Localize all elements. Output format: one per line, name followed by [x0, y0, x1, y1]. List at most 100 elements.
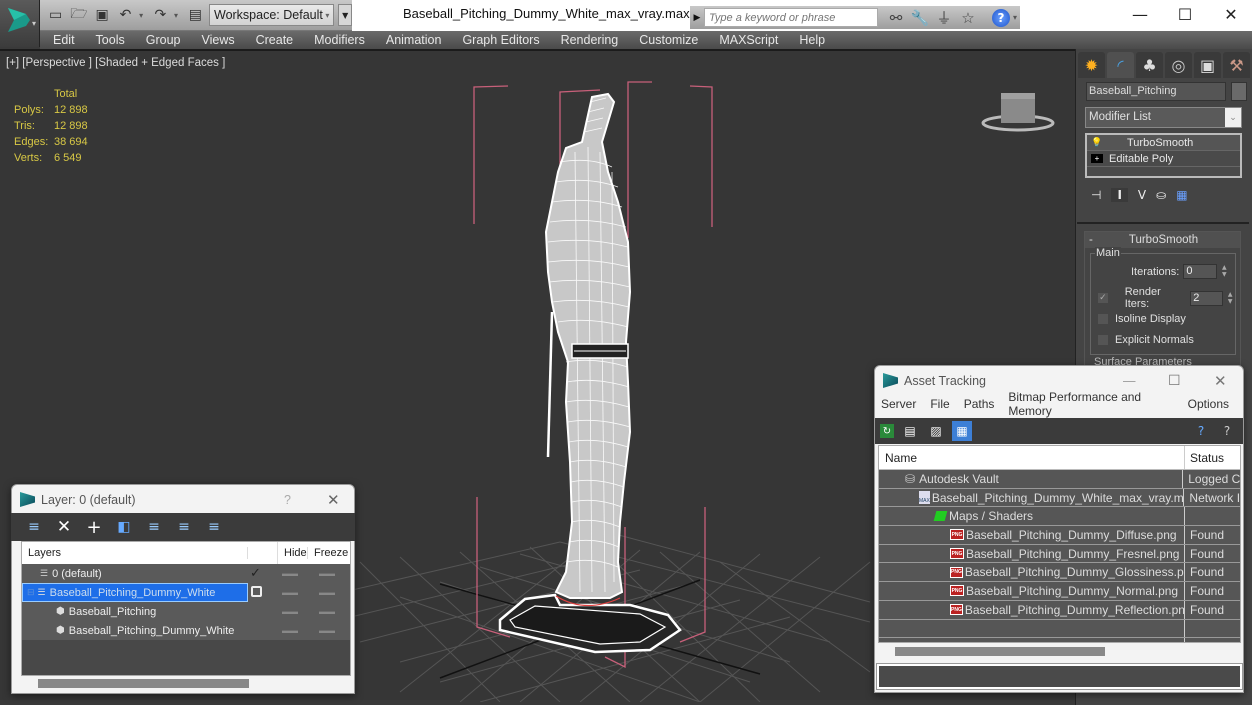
plus-box-icon[interactable]: +: [1091, 154, 1103, 163]
undo-icon[interactable]: ↶: [116, 5, 135, 25]
menu-animation[interactable]: Animation: [386, 33, 442, 47]
menu-edit[interactable]: Edit: [53, 33, 75, 47]
freeze-toggle[interactable]: ▬▬: [319, 626, 335, 635]
modify-tab-icon[interactable]: ◜: [1107, 52, 1134, 78]
motion-tab-icon[interactable]: ◎: [1165, 52, 1192, 78]
context-help-icon[interactable]: ?: [1217, 421, 1237, 441]
asset-row[interactable]: Maps / Shaders: [879, 507, 1240, 527]
close-icon[interactable]: ✕: [327, 491, 340, 509]
render-iters-checkbox[interactable]: ✓: [1097, 292, 1109, 304]
list-view-icon[interactable]: ▤: [900, 421, 920, 441]
layer-row[interactable]: ⊟ ☰ Baseball_Pitching_Dummy_White ▬▬ ▬▬: [22, 583, 350, 602]
menu-maxscript[interactable]: MAXScript: [719, 33, 778, 47]
asset-row[interactable]: PNG Baseball_Pitching_Dummy_Normal.png Fou…: [879, 582, 1240, 601]
viewcube-icon[interactable]: [980, 87, 1060, 137]
save-icon[interactable]: ▣: [93, 5, 112, 25]
close-icon[interactable]: ✕: [1214, 372, 1227, 390]
freeze-toggle[interactable]: ▬▬: [319, 588, 335, 597]
satellite-icon[interactable]: ⏚: [932, 7, 956, 28]
asset-row[interactable]: PNG Baseball_Pitching_Dummy_Glossiness.pn…: [879, 563, 1240, 583]
menu-tools[interactable]: Tools: [96, 33, 125, 47]
current-layer-check-icon[interactable]: ✓: [250, 565, 261, 581]
asset-row[interactable]: PNG Baseball_Pitching_Dummy_Diffuse.png Fo…: [879, 526, 1240, 545]
object-color-swatch[interactable]: [1231, 82, 1247, 101]
pin-stack-icon[interactable]: ⊣: [1091, 188, 1101, 202]
hide-toggle[interactable]: ▬▬: [282, 569, 298, 578]
hide-toggle[interactable]: ▬▬: [282, 626, 298, 635]
menu-options[interactable]: Options: [1188, 397, 1229, 411]
column-header-layers[interactable]: Layers: [22, 547, 248, 559]
viewport-label[interactable]: [+] [Perspective ] [Shaded + Edged Faces…: [6, 57, 225, 69]
lightbulb-icon[interactable]: 💡: [1087, 137, 1107, 148]
configure-sets-icon[interactable]: ▦: [1176, 188, 1187, 202]
select-layer-icon[interactable]: ≡: [146, 519, 162, 535]
maximize-button[interactable]: ☐: [1162, 0, 1208, 28]
collapse-icon[interactable]: ⊟: [27, 587, 35, 598]
menu-server[interactable]: Server: [881, 397, 916, 411]
hide-toggle[interactable]: ▬▬: [282, 607, 298, 616]
display-tab-icon[interactable]: ▣: [1194, 52, 1221, 78]
refresh-icon[interactable]: ↻: [880, 424, 894, 438]
show-end-result-icon[interactable]: I: [1111, 188, 1128, 202]
menu-create[interactable]: Create: [256, 33, 294, 47]
maximize-button[interactable]: ☐: [1168, 372, 1181, 389]
menu-paths[interactable]: Paths: [964, 397, 995, 411]
explicit-normals-checkbox[interactable]: [1097, 334, 1109, 346]
menu-bitmap-performance[interactable]: Bitmap Performance and Memory: [1008, 390, 1173, 418]
scrollbar-thumb[interactable]: [38, 679, 249, 688]
asset-row[interactable]: ⛁ Autodesk Vault Logged C: [879, 470, 1240, 489]
star-icon[interactable]: ☆: [956, 9, 980, 27]
wrench-icon[interactable]: 🔧: [908, 9, 932, 27]
open-folder-icon[interactable]: 🗁: [69, 5, 88, 25]
asset-row[interactable]: PNG Baseball_Pitching_Dummy_Fresnel.png Fo…: [879, 544, 1240, 564]
asset-row[interactable]: PNG Baseball_Pitching_Dummy_Reflection.pn…: [879, 600, 1240, 620]
create-tab-icon[interactable]: ✹: [1078, 52, 1105, 78]
menu-views[interactable]: Views: [201, 33, 234, 47]
remove-modifier-icon[interactable]: ⛀: [1156, 188, 1166, 202]
object-name-field[interactable]: Baseball_Pitching: [1086, 82, 1226, 101]
search-input[interactable]: [704, 8, 878, 27]
modifier-list-dropdown[interactable]: Modifier List ⌄: [1085, 107, 1242, 128]
redo-icon[interactable]: ↷: [151, 5, 170, 25]
layer-row[interactable]: ☰ 0 (default) ✓ ▬▬ ▬▬: [22, 564, 350, 583]
column-header-current[interactable]: [248, 542, 278, 564]
spinner-arrows-icon[interactable]: ▲ ▼: [1219, 264, 1229, 279]
thumbnail-view-icon[interactable]: ▨: [926, 421, 946, 441]
spinner-arrows-icon[interactable]: ▲ ▼: [1225, 291, 1235, 306]
layer-properties-icon[interactable]: ≡: [206, 519, 222, 535]
help-dropdown-icon[interactable]: ▾: [1013, 13, 1017, 22]
help-icon[interactable]: ?: [992, 8, 1010, 27]
menu-customize[interactable]: Customize: [639, 33, 698, 47]
binoculars-icon[interactable]: ⚯: [884, 9, 908, 27]
minimize-button[interactable]: —: [1117, 0, 1163, 28]
new-file-icon[interactable]: ▭: [46, 5, 65, 25]
scrollbar-thumb[interactable]: [895, 647, 1105, 656]
asset-row[interactable]: MAX Baseball_Pitching_Dummy_White_max_vra…: [879, 488, 1240, 508]
delete-layer-icon[interactable]: ✕: [56, 517, 72, 537]
menu-file[interactable]: File: [930, 397, 949, 411]
project-icon[interactable]: ▤: [186, 5, 205, 25]
horizontal-scrollbar[interactable]: [878, 643, 1241, 660]
isoline-display-checkbox[interactable]: [1097, 313, 1109, 325]
menu-group[interactable]: Group: [146, 33, 181, 47]
menu-rendering[interactable]: Rendering: [561, 33, 619, 47]
undo-dropdown-icon[interactable]: ▾: [139, 11, 147, 20]
freeze-toggle[interactable]: ▬▬: [319, 569, 335, 578]
help-icon[interactable]: ?: [1191, 421, 1211, 441]
column-header-freeze[interactable]: Freeze: [308, 547, 348, 559]
column-header-name[interactable]: Name: [879, 446, 1185, 469]
menu-help[interactable]: Help: [799, 33, 825, 47]
set-current-checkbox[interactable]: [251, 586, 262, 597]
iterations-spinner[interactable]: 0: [1183, 264, 1218, 279]
make-unique-icon[interactable]: V: [1138, 188, 1146, 202]
column-header-hide[interactable]: Hide: [278, 547, 308, 559]
new-layer-icon[interactable]: ≡: [26, 519, 42, 535]
search-expand-icon[interactable]: ▶: [690, 13, 704, 23]
column-header-status[interactable]: Status: [1185, 451, 1224, 465]
table-view-icon[interactable]: ▦: [952, 421, 972, 441]
utilities-tab-icon[interactable]: ⚒: [1223, 52, 1250, 78]
horizontal-scrollbar[interactable]: [21, 676, 351, 692]
workspace-select[interactable]: Workspace: Default ▾: [209, 4, 335, 26]
hide-toggle[interactable]: ▬▬: [282, 588, 298, 597]
rollout-header[interactable]: - TurboSmooth: [1085, 232, 1240, 248]
